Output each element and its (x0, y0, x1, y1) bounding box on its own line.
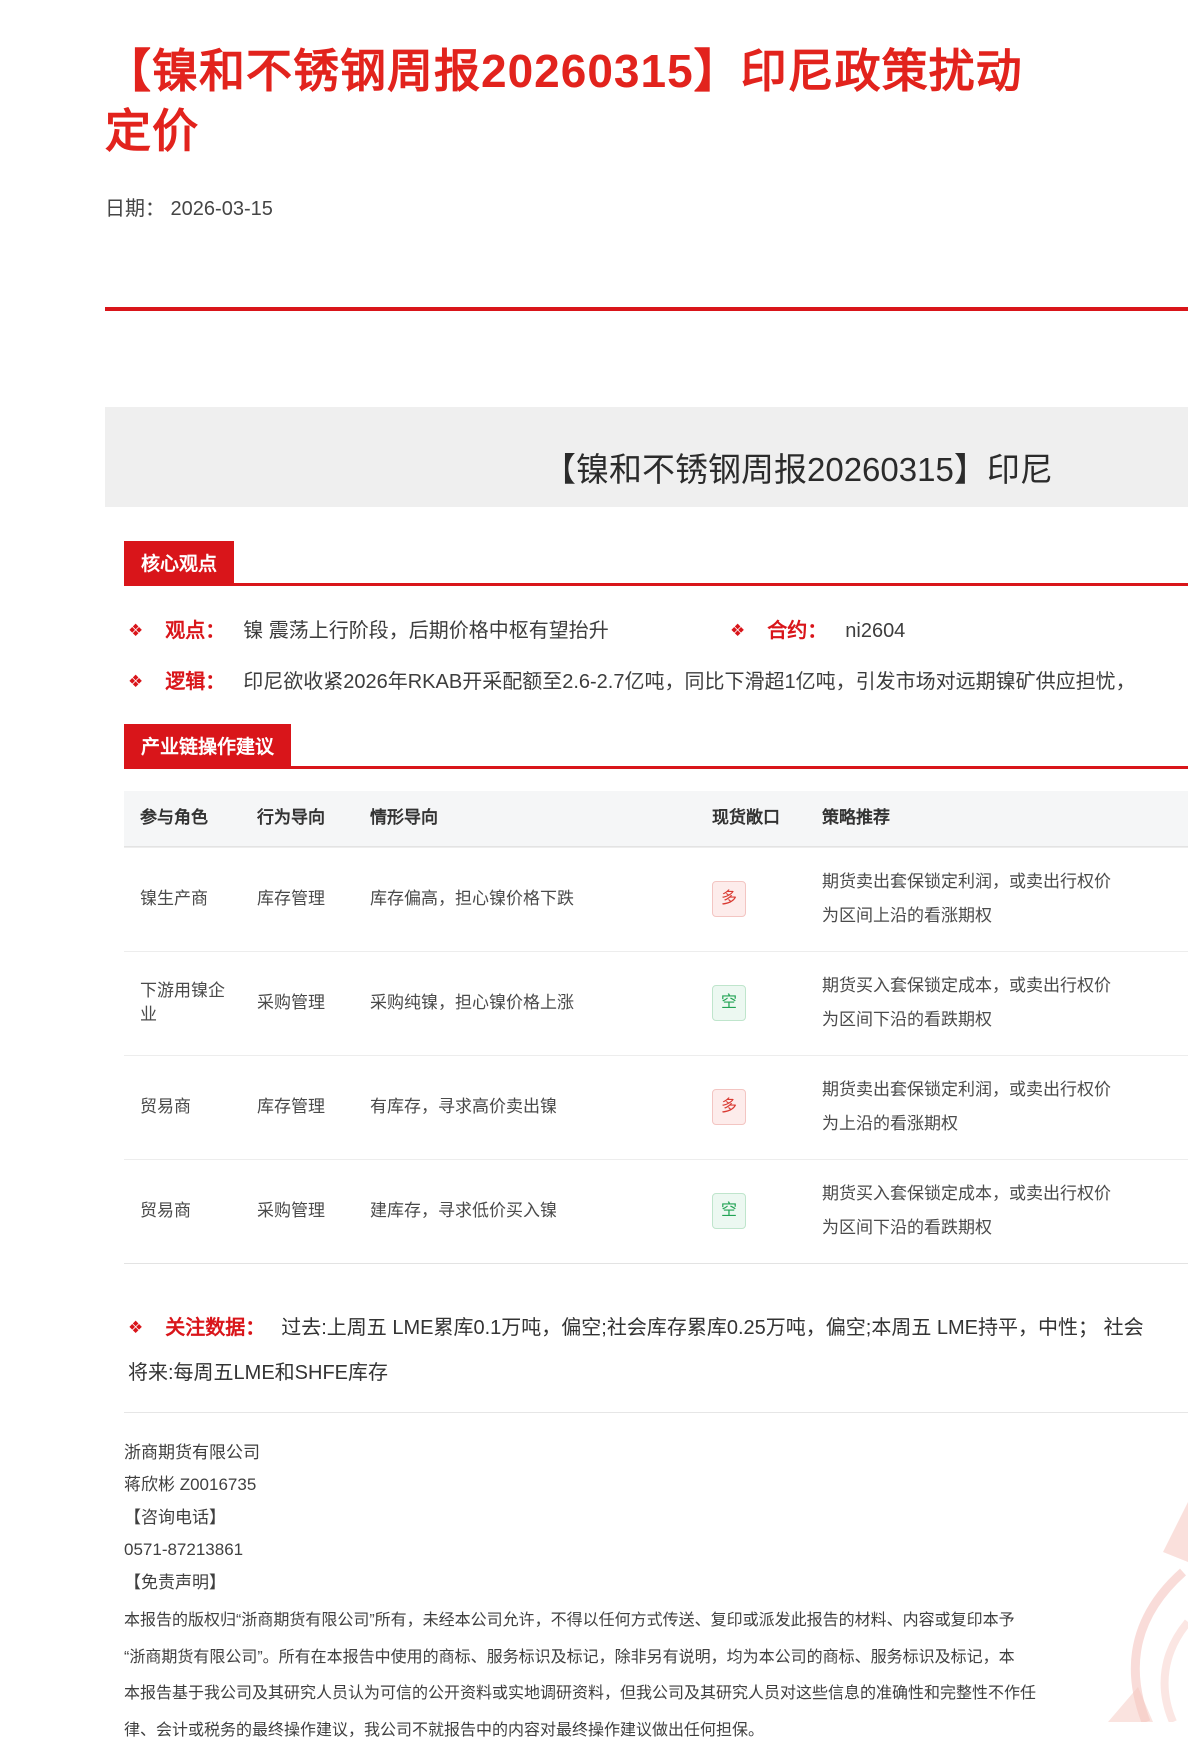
advice-table: 参与角色 行为导向 情形导向 现货敞口 策略推荐 镍生产商 库存管理 库存偏高，… (124, 791, 1188, 1264)
disclaimer-line: 本报告基于我公司及其研究人员认为可信的公开资料或实地调研资料，但我公司及其研究人… (124, 1676, 1188, 1713)
viewpoint-col: ❖ 观点： 镍 震荡上行阶段，后期价格中枢有望抬升 (128, 614, 730, 643)
cell-behavior: 库存管理 (257, 887, 370, 911)
col-header-situation: 情形导向 (370, 806, 712, 830)
disclaimer-text: 本报告的版权归“浙商期货有限公司”所有，未经本公司允许，不得以任何方式传送、复印… (124, 1603, 1188, 1749)
logic-label: 逻辑： (165, 665, 225, 694)
cell-strategy: 期货买入套保锁定成本，或卖出行权价 为区间下沿的看跌期权 (822, 1177, 1188, 1245)
page-title: 【镍和不锈钢周报20260315】印尼政策扰动 定价 (105, 42, 1188, 162)
footer-info: 浙商期货有限公司 蒋欣彬 Z0016735 【咨询电话】 0571-872138… (124, 1437, 1188, 1600)
strategy-line1: 期货买入套保锁定成本，或卖出行权价 (822, 969, 1170, 1003)
cell-strategy: 期货买入套保锁定成本，或卖出行权价 为区间下沿的看跌期权 (822, 969, 1188, 1037)
focus-data-line1: ❖ 关注数据： 过去:上周五 LME累库0.1万吨，偏空;社会库存累库0.25万… (128, 1306, 1188, 1351)
analyst-name: 蒋欣彬 Z0016735 (124, 1469, 1188, 1502)
focus-data-line2: 将来:每周五LME和SHFE库存 (128, 1351, 1188, 1396)
cell-situation: 建库存，寻求低价买入镍 (370, 1199, 712, 1223)
viewpoint-row: ❖ 观点： 镍 震荡上行阶段，后期价格中枢有望抬升 ❖ 合约： ni2604 (128, 614, 1188, 643)
focus-data-label: 关注数据： (165, 1306, 265, 1351)
diamond-bullet-icon: ❖ (128, 1306, 143, 1350)
col-header-exposure: 现货敞口 (712, 806, 822, 830)
col-header-role: 参与角色 (140, 806, 257, 830)
focus-data-block: ❖ 关注数据： 过去:上周五 LME累库0.1万吨，偏空;社会库存累库0.25万… (128, 1306, 1188, 1396)
strategy-line2: 为区间下沿的看跌期权 (822, 1211, 1170, 1245)
col-header-strategy: 策略推荐 (822, 806, 1188, 830)
cell-behavior: 库存管理 (257, 1095, 370, 1119)
table-row: 贸易商 采购管理 建库存，寻求低价买入镍 空 期货买入套保锁定成本，或卖出行权价… (124, 1159, 1188, 1263)
core-view-label: 核心观点 (124, 541, 234, 583)
page-title-line2: 定价 (105, 102, 1188, 162)
disclaimer-line: 本报告的版权归“浙商期货有限公司”所有，未经本公司允许，不得以任何方式传送、复印… (124, 1603, 1188, 1640)
focus-data-text1: 过去:上周五 LME累库0.1万吨，偏空;社会库存累库0.25万吨，偏空;本周五… (281, 1306, 1143, 1351)
viewpoint-label: 观点： (165, 614, 225, 643)
contract-col: ❖ 合约： ni2604 (730, 614, 905, 643)
logic-text: 印尼欲收紧2026年RKAB开采配额至2.6-2.7亿吨，同比下滑超1亿吨，引发… (243, 665, 1135, 694)
section-head-advice: 产业链操作建议 (124, 724, 1188, 769)
strategy-line2: 为区间下沿的看跌期权 (822, 1003, 1170, 1037)
table-row: 贸易商 库存管理 有库存，寻求高价卖出镍 多 期货卖出套保锁定利润，或卖出行权价… (124, 1055, 1188, 1159)
cell-behavior: 采购管理 (257, 1199, 370, 1223)
cell-strategy: 期货卖出套保锁定利润，或卖出行权价 为区间上沿的看涨期权 (822, 865, 1188, 933)
cell-behavior: 采购管理 (257, 991, 370, 1015)
strategy-line2: 为上沿的看涨期权 (822, 1107, 1170, 1141)
disclaimer-label: 【免责声明】 (124, 1567, 1188, 1600)
diamond-bullet-icon: ❖ (128, 672, 143, 692)
strategy-line1: 期货卖出套保锁定利润，或卖出行权价 (822, 865, 1170, 899)
diamond-bullet-icon: ❖ (730, 621, 745, 641)
cell-situation: 库存偏高，担心镍价格下跌 (370, 887, 712, 911)
contract-value: ni2604 (845, 620, 905, 643)
disclaimer-line: “浙商期货有限公司”。所有在本报告中使用的商标、服务标识及标记，除非另有说明，均… (124, 1640, 1188, 1677)
divider-rule (105, 307, 1188, 311)
exposure-badge-short: 空 (712, 985, 746, 1021)
footer-divider (124, 1412, 1188, 1413)
cell-role: 贸易商 (140, 1199, 257, 1223)
exposure-badge-short: 空 (712, 1193, 746, 1229)
table-row: 镍生产商 库存管理 库存偏高，担心镍价格下跌 多 期货卖出套保锁定利润，或卖出行… (124, 847, 1188, 951)
table-header-row: 参与角色 行为导向 情形导向 现货敞口 策略推荐 (124, 791, 1188, 847)
disclaimer-line: 律、会计或税务的最终操作建议，我公司不就报告中的内容对最终操作建议做出任何担保。 (124, 1713, 1188, 1749)
contract-label: 合约： (767, 614, 827, 643)
cell-role: 镍生产商 (140, 887, 257, 911)
report-banner: 【镍和不锈钢周报20260315】印尼 (105, 407, 1188, 507)
cell-situation: 采购纯镍，担心镍价格上涨 (370, 991, 712, 1015)
col-header-behavior: 行为导向 (257, 806, 370, 830)
page-title-line1: 【镍和不锈钢周报20260315】印尼政策扰动 (105, 42, 1188, 102)
banner-title: 【镍和不锈钢周报20260315】印尼 (543, 443, 1053, 491)
report-page: 【镍和不锈钢周报20260315】印尼政策扰动 定价 日期： 2026-03-1… (0, 42, 1188, 1749)
section-head-core-view: 核心观点 (124, 541, 1188, 586)
cell-role: 贸易商 (140, 1095, 257, 1119)
strategy-line2: 为区间上沿的看涨期权 (822, 899, 1170, 933)
phone-label: 【咨询电话】 (124, 1502, 1188, 1535)
strategy-line1: 期货卖出套保锁定利润，或卖出行权价 (822, 1073, 1170, 1107)
company-name: 浙商期货有限公司 (124, 1437, 1188, 1470)
exposure-badge-long: 多 (712, 1089, 746, 1125)
table-row: 下游用镍企业 采购管理 采购纯镍，担心镍价格上涨 空 期货买入套保锁定成本，或卖… (124, 951, 1188, 1055)
cell-strategy: 期货卖出套保锁定利润，或卖出行权价 为上沿的看涨期权 (822, 1073, 1188, 1141)
advice-label: 产业链操作建议 (124, 724, 291, 766)
logic-row: ❖ 逻辑： 印尼欲收紧2026年RKAB开采配额至2.6-2.7亿吨，同比下滑超… (128, 665, 1188, 694)
viewpoint-text: 镍 震荡上行阶段，后期价格中枢有望抬升 (243, 614, 609, 643)
phone-number: 0571-87213861 (124, 1534, 1188, 1567)
strategy-line1: 期货买入套保锁定成本，或卖出行权价 (822, 1177, 1170, 1211)
report-date: 日期： 2026-03-15 (105, 192, 1188, 221)
cell-role: 下游用镍企业 (140, 979, 257, 1027)
diamond-bullet-icon: ❖ (128, 621, 143, 641)
exposure-badge-long: 多 (712, 881, 746, 917)
cell-situation: 有库存，寻求高价卖出镍 (370, 1095, 712, 1119)
